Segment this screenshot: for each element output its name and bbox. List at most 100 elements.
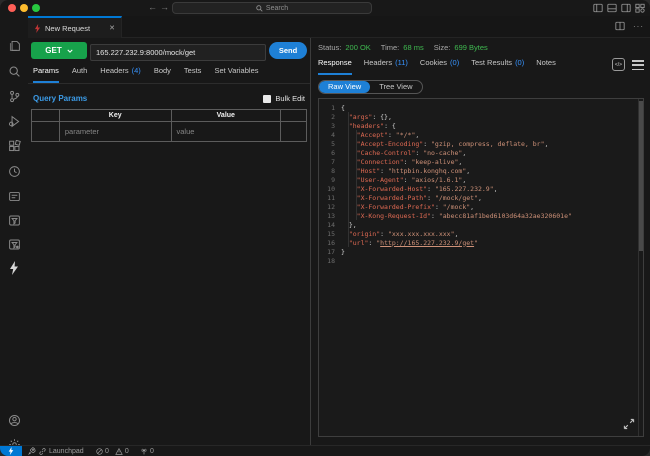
line-number: 7 — [331, 157, 335, 166]
zoom-window-button[interactable] — [32, 4, 40, 12]
table-header-row: Key Value — [31, 109, 307, 122]
tab-tests[interactable]: Tests — [184, 66, 202, 83]
extensions-icon[interactable] — [6, 138, 22, 154]
rocket-icon — [28, 447, 36, 455]
tab-test-results[interactable]: Test Results (0) — [471, 58, 524, 75]
row-select-header — [31, 109, 60, 122]
thunder-client-tab-icon — [34, 23, 41, 33]
remote-indicator[interactable] — [0, 446, 22, 456]
line-number: 2 — [331, 112, 335, 121]
split-editor-icon[interactable] — [615, 21, 625, 31]
bulk-edit-toggle[interactable]: Bulk Edit — [263, 94, 305, 103]
source-control-icon[interactable] — [6, 88, 22, 104]
tab-notes[interactable]: Notes — [536, 58, 556, 75]
row-select-cell[interactable] — [31, 121, 60, 142]
code-line: 9 "User-Agent": "axios/1.6.1", — [319, 175, 637, 184]
tree-view-button[interactable]: Tree View — [370, 81, 421, 93]
timeline-clock-icon[interactable] — [6, 163, 22, 179]
response-menu-icon[interactable] — [632, 60, 644, 70]
minimize-window-button[interactable] — [20, 4, 28, 12]
key-input-cell[interactable]: parameter — [58, 121, 172, 142]
separator — [28, 83, 310, 84]
scrollbar[interactable] — [638, 99, 643, 436]
method-label: GET — [45, 46, 62, 55]
code-line: 3 "headers": { — [319, 121, 637, 130]
search-view-icon[interactable] — [6, 63, 22, 79]
response-format-icon[interactable]: </> — [612, 58, 625, 71]
back-icon[interactable]: ← — [148, 2, 157, 12]
tab-headers[interactable]: Headers (4) — [100, 66, 141, 83]
line-number: 11 — [327, 193, 335, 202]
send-button[interactable]: Send — [269, 42, 307, 59]
panel-divider[interactable] — [310, 38, 311, 445]
line-number: 6 — [331, 148, 335, 157]
code-line: 5 "Accept-Encoding": "gzip, compress, de… — [319, 139, 637, 148]
tab-title: New Request — [45, 23, 91, 33]
port-count: 0 — [150, 447, 154, 455]
line-number: 4 — [331, 130, 335, 139]
link-icon — [39, 447, 46, 455]
code-line: 7 "Connection": "keep-alive", — [319, 157, 637, 166]
status-value: 200 OK — [345, 43, 371, 52]
value-input-cell[interactable]: value — [170, 121, 282, 142]
raw-view-button[interactable]: Raw View — [319, 81, 371, 93]
row-actions-cell[interactable] — [280, 121, 307, 142]
tab-cookies[interactable]: Cookies (0) — [420, 58, 459, 75]
response-body-viewer[interactable]: 1{2 "args": {}, 3 "headers": {4 "Accept":… — [318, 98, 644, 437]
activity-bar: 1 — [0, 16, 28, 454]
bulk-edit-checkbox[interactable] — [263, 94, 272, 103]
search-bar[interactable]: Search — [172, 2, 372, 14]
toggle-panel-icon[interactable] — [607, 3, 617, 13]
tab-new-request[interactable]: New Request ✕ — [28, 16, 122, 38]
bulk-edit-label: Bulk Edit — [275, 94, 305, 103]
response-status-line: Status: 200 OK Time: 68 ms Size: 699 Byt… — [318, 43, 494, 52]
broadcast-icon — [141, 448, 147, 455]
tab-params[interactable]: Params — [33, 66, 59, 83]
line-number: 3 — [331, 121, 335, 130]
warning-icon — [115, 447, 123, 455]
status-bar: Launchpad 0 0 0 — [0, 445, 650, 456]
request-tabs: Params Auth Headers (4) Body Tests Set Variabl… — [33, 66, 259, 83]
tab-auth[interactable]: Auth — [72, 66, 87, 83]
response-tabs: Response Headers (11) Cookies (0) Test Result… — [318, 58, 556, 75]
explorer-icon[interactable] — [6, 37, 22, 53]
close-window-button[interactable] — [8, 4, 16, 12]
problems-status-item[interactable]: 0 0 — [96, 446, 129, 456]
line-number: 1 — [331, 103, 335, 112]
warning-count: 0 — [124, 447, 129, 455]
toggle-primary-sidebar-icon[interactable] — [593, 3, 603, 13]
time-label: Time: — [380, 43, 400, 52]
run-debug-icon[interactable] — [6, 113, 22, 129]
extension-filter-dot-icon[interactable] — [6, 236, 22, 252]
tab-headers[interactable]: Headers (11) — [364, 58, 408, 75]
scrollbar-thumb[interactable] — [639, 101, 643, 251]
value-column-header: Value — [170, 109, 282, 122]
ports-status-item[interactable]: 0 — [140, 446, 154, 456]
toggle-secondary-sidebar-icon[interactable] — [621, 3, 631, 13]
method-select[interactable]: GET — [31, 42, 87, 59]
tab-response[interactable]: Response — [318, 58, 352, 75]
launchpad-status-item[interactable]: Launchpad — [28, 446, 84, 456]
key-column-header: Key — [58, 109, 172, 122]
tab-set-variables[interactable]: Set Variables — [214, 66, 258, 83]
chevron-down-icon — [67, 49, 73, 53]
expand-response-icon[interactable] — [623, 418, 635, 430]
line-number: 13 — [327, 211, 335, 220]
account-icon[interactable] — [6, 412, 22, 428]
customize-layout-icon[interactable] — [635, 3, 645, 13]
line-number: 18 — [327, 256, 335, 265]
code-line: 8 "Host": "httpbin.konghq.com", — [319, 166, 637, 175]
forward-icon[interactable]: → — [160, 2, 169, 12]
tab-body[interactable]: Body — [154, 66, 171, 83]
close-tab-icon[interactable]: ✕ — [109, 24, 115, 32]
thunder-client-icon[interactable] — [6, 260, 22, 276]
line-number: 8 — [331, 166, 335, 175]
line-number: 10 — [327, 184, 335, 193]
code-line: 17} — [319, 247, 637, 256]
line-number: 16 — [327, 238, 335, 247]
extension-filter-icon[interactable] — [6, 212, 22, 228]
more-actions-icon[interactable]: ··· — [633, 22, 644, 31]
url-input[interactable] — [90, 44, 266, 61]
extension-box-icon[interactable] — [6, 188, 22, 204]
line-number: 14 — [327, 220, 335, 229]
